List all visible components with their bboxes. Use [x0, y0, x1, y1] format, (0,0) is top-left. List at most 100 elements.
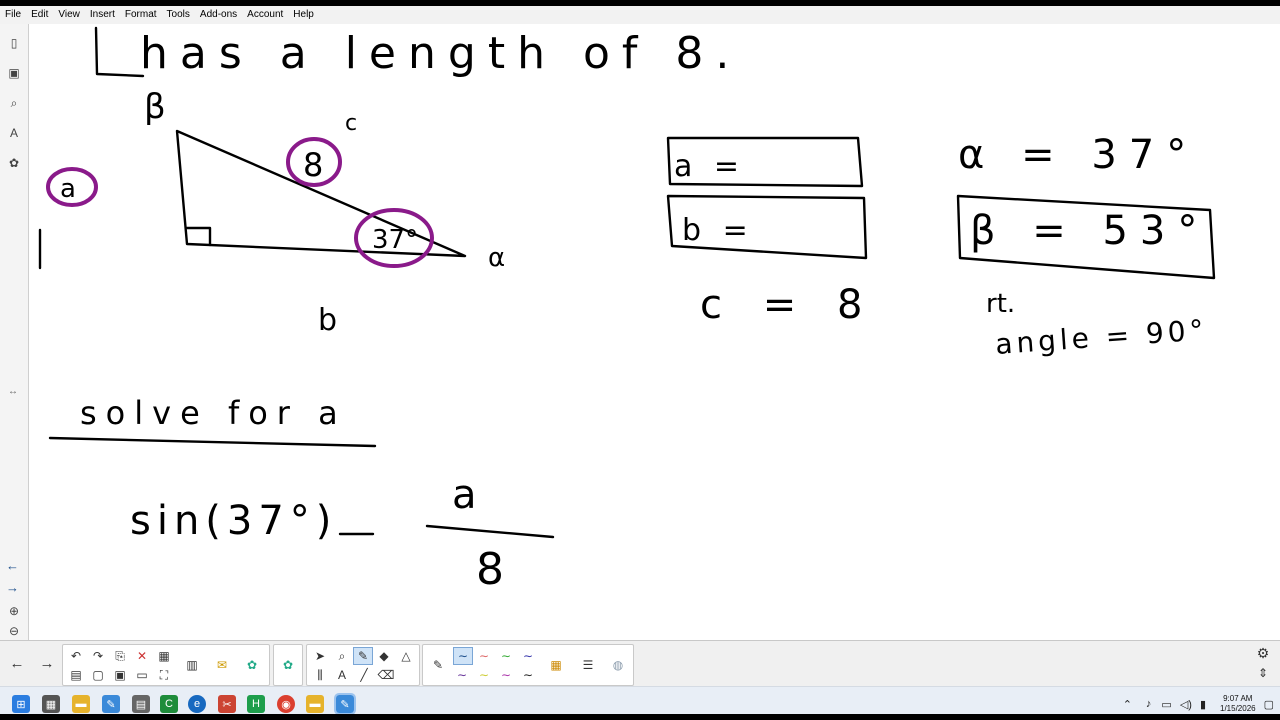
file-explorer-icon[interactable]: ▬ — [72, 695, 90, 713]
side-a-label: a — [60, 174, 76, 204]
addon-icon[interactable]: ✿ — [279, 657, 297, 673]
pen-magenta-icon[interactable]: ∼ — [497, 667, 515, 683]
delete-icon[interactable]: ✕ — [133, 648, 151, 664]
edge-browser-icon[interactable]: e — [188, 695, 206, 713]
undo-icon[interactable]: ↶ — [67, 648, 85, 664]
pen-yellow-icon[interactable]: ∼ — [475, 667, 493, 683]
next-page-icon[interactable]: → — [6, 580, 19, 595]
select-icon[interactable]: ➤ — [311, 648, 329, 664]
menu-account[interactable]: Account — [242, 6, 288, 24]
beta-equation-text: β = 53° — [970, 208, 1209, 254]
volume-icon[interactable]: ◁) — [1180, 698, 1192, 711]
forward-arrow-icon[interactable]: → — [38, 655, 56, 672]
notifications-icon[interactable]: ▢ — [1264, 698, 1274, 711]
chrome-browser-icon[interactable]: ◉ — [277, 695, 295, 713]
snipping-tool-icon[interactable]: ✂ — [218, 695, 236, 713]
document-camera-icon[interactable]: ▥ — [183, 657, 201, 673]
magic-pen-icon[interactable]: ⌕ — [333, 648, 351, 664]
pen-blue-icon[interactable]: ∼ — [453, 647, 473, 665]
box-b-text: b = — [682, 213, 754, 248]
transparency-icon[interactable]: ◍ — [609, 657, 627, 673]
screen-shade-icon[interactable]: ▭ — [133, 667, 151, 683]
pen-red-icon[interactable]: ∼ — [475, 648, 493, 664]
heading-underline — [48, 436, 377, 448]
previous-page-icon[interactable]: ← — [6, 558, 19, 573]
line-icon[interactable]: ╱ — [355, 667, 373, 683]
toolbar-position-icon[interactable]: ⇕ — [1254, 665, 1272, 681]
equation-numerator: a — [452, 472, 477, 518]
network-icon[interactable]: ▭ — [1161, 698, 1171, 711]
open-icon[interactable]: ▤ — [67, 667, 85, 683]
line-width-icon[interactable]: ☰ — [579, 657, 597, 673]
text-icon[interactable]: A — [333, 667, 351, 683]
save-icon[interactable]: ▣ — [111, 667, 129, 683]
c-equation-text: c = 8 — [700, 282, 876, 328]
back-arrow-icon[interactable]: ← — [8, 655, 26, 672]
show-hidden-icons-icon[interactable]: ⌃ — [1123, 698, 1132, 711]
menu-edit[interactable]: Edit — [26, 6, 53, 24]
lesson-activity-icon[interactable]: ✉ — [213, 657, 231, 673]
side-b-label: b — [318, 303, 337, 338]
page-sorter-icon[interactable]: ▯ — [5, 34, 23, 52]
camtasia-icon[interactable]: C — [160, 695, 178, 713]
battery-icon[interactable]: ▮ — [1200, 698, 1206, 711]
menu-addons[interactable]: Add-ons — [195, 6, 242, 24]
redo-icon[interactable]: ↷ — [89, 648, 107, 664]
menu-help[interactable]: Help — [288, 6, 319, 24]
menu-file[interactable]: File — [0, 6, 26, 24]
menu-format[interactable]: Format — [120, 6, 162, 24]
settings-gear-icon[interactable]: ⚙ — [1254, 645, 1272, 661]
rt-angle-text: angle = 90° — [994, 313, 1208, 361]
whiteboard-canvas[interactable]: has a length of 8. β c a b α 8 37° a = b… — [30, 24, 1280, 640]
copy-icon[interactable]: ▢ — [89, 667, 107, 683]
folder-icon[interactable]: ▬ — [306, 695, 324, 713]
measure-icon[interactable]: ⫼ — [311, 667, 329, 683]
eraser-icon[interactable]: ⌫ — [377, 667, 395, 683]
title-text: has a length of 8. — [140, 28, 741, 79]
pen-purple-icon[interactable]: ∼ — [453, 667, 471, 683]
right-angle-mark — [185, 226, 212, 247]
paste-icon[interactable]: ⎘ — [111, 648, 129, 664]
pen-type-icon[interactable]: ✎ — [429, 657, 447, 673]
fill-icon[interactable]: ◆ — [375, 648, 393, 664]
hp-app-icon[interactable]: H — [247, 695, 265, 713]
calculator-icon[interactable]: ▦ — [42, 695, 60, 713]
solve-heading: solve for a — [80, 394, 347, 432]
taskbar-clock[interactable]: 9:07 AM 1/15/2026 — [1220, 694, 1256, 714]
add-page-icon[interactable]: ⊕ — [5, 602, 23, 620]
menu-tools[interactable]: Tools — [162, 6, 195, 24]
extensions-icon[interactable]: ✿ — [243, 657, 261, 673]
addons-icon[interactable]: ✿ — [5, 154, 23, 172]
fraction-bar — [425, 524, 555, 539]
tasks-app-icon[interactable]: ▤ — [132, 695, 150, 713]
pen-navy-icon[interactable]: ∼ — [519, 648, 537, 664]
attachments-icon[interactable]: ⌕ — [5, 94, 23, 112]
vertex-alpha-label: α — [488, 243, 505, 273]
resize-arrows-icon[interactable]: ↔ — [8, 386, 18, 397]
shape-icon[interactable]: △ — [397, 648, 415, 664]
notebook-app-icon[interactable]: ✎ — [102, 695, 120, 713]
pen-black-icon[interactable]: ∼ — [519, 667, 537, 683]
pen-icon[interactable]: ✎ — [353, 647, 373, 665]
gallery-icon[interactable]: ▣ — [5, 64, 23, 82]
menu-bar: File Edit View Insert Format Tools Add-o… — [0, 6, 1280, 24]
pen-green-icon[interactable]: ∼ — [497, 648, 515, 664]
microphone-icon[interactable]: ♪ — [1146, 698, 1152, 710]
circled-angle-text: 37° — [372, 225, 418, 255]
equation-lhs: sin(37°) — [130, 498, 337, 544]
table-icon[interactable]: ▦ — [155, 648, 173, 664]
properties-icon[interactable]: A — [5, 124, 23, 142]
clock-date: 1/15/2026 — [1220, 704, 1256, 713]
start-icon[interactable]: ⊞ — [12, 695, 30, 713]
edit-tool-group: ↶ ↷ ⎘ ✕ ▦ ▤ ▢ ▣ ▭ ⛶ ▥ ✉ ✿ — [62, 644, 270, 686]
menu-insert[interactable]: Insert — [85, 6, 120, 24]
color-palette-icon[interactable]: ▦ — [547, 657, 565, 673]
pen-style-group: ✎ ∼ ∼ ∼ ∼ ∼ ∼ ∼ ∼ ▦ ☰ ◍ — [422, 644, 634, 686]
box-a-text: a = — [674, 149, 745, 184]
notebook-active-icon[interactable]: ✎ — [334, 693, 356, 714]
side-c-label: c — [345, 111, 357, 136]
full-screen-icon[interactable]: ⛶ — [155, 667, 173, 683]
bottom-toolbar: ← → ↶ ↷ ⎘ ✕ ▦ ▤ ▢ ▣ ▭ ⛶ ▥ ✉ ✿ ✿ ➤ ⌕ ✎ ◆ … — [0, 640, 1280, 687]
delete-page-icon[interactable]: ⊖ — [5, 622, 23, 640]
menu-view[interactable]: View — [53, 6, 85, 24]
